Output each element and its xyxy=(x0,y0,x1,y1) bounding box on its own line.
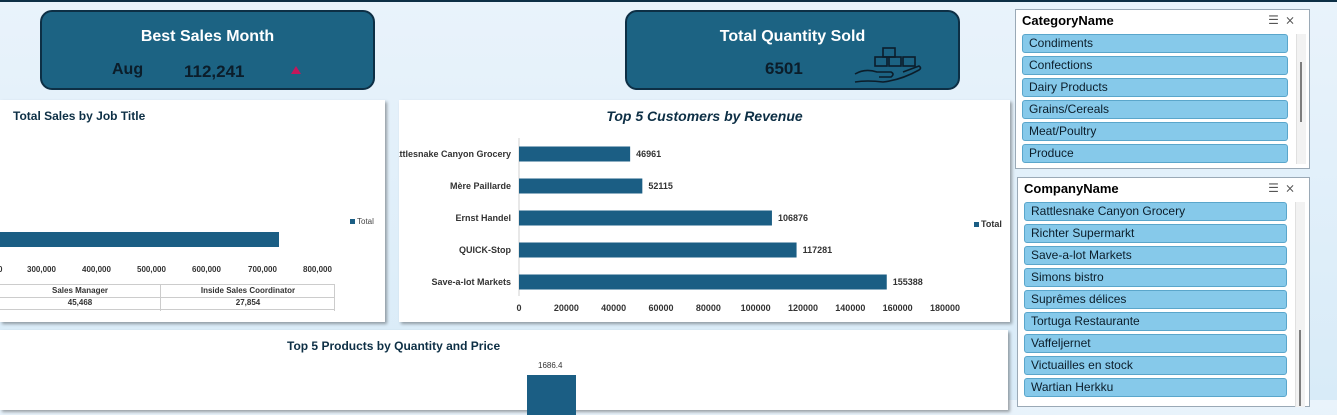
slicer-item[interactable]: Confections xyxy=(1022,56,1288,75)
kpi-month: Aug xyxy=(112,61,144,78)
legend-label: Total xyxy=(357,217,374,226)
slicer-item[interactable]: Victuailles en stock xyxy=(1024,356,1287,375)
kpi-value: 112,241 xyxy=(184,62,245,81)
kpi-value: 6501 xyxy=(765,59,803,78)
category-label: Save-a-lot Markets xyxy=(431,277,511,287)
tick-label: 100000 xyxy=(741,303,771,313)
legend: Total xyxy=(350,217,374,226)
data-label: 1686.4 xyxy=(538,361,563,370)
scrollbar-thumb[interactable] xyxy=(1299,330,1301,406)
slicer-item[interactable]: Richter Supermarkt xyxy=(1024,224,1287,243)
category-label: Mère Paillarde xyxy=(450,181,511,191)
slicer-item[interactable]: Produce xyxy=(1022,144,1288,163)
bar xyxy=(519,274,887,290)
data-table: Sales Manager Inside Sales Coordinator 4… xyxy=(0,284,335,311)
kpi-best-sales-month: Best Sales Month Aug 112,241 xyxy=(40,10,375,90)
bar xyxy=(519,210,772,226)
data-label: 52115 xyxy=(648,181,673,191)
table-cell: 45,468 xyxy=(67,298,93,307)
slicer-header-icons: ☰⨯ xyxy=(1268,181,1301,195)
bar xyxy=(519,178,643,194)
tick-label: 80000 xyxy=(696,303,721,313)
x-axis: 0 300,000 400,000 500,000 600,000 700,00… xyxy=(0,265,385,277)
scrollbar-thumb[interactable] xyxy=(1300,62,1302,122)
tick-label: 700,000 xyxy=(248,265,277,274)
legend-swatch xyxy=(350,219,355,224)
tick-label: 500,000 xyxy=(137,265,166,274)
tick-label: 0 xyxy=(0,265,3,274)
slicer-item[interactable]: Dairy Products xyxy=(1022,78,1288,97)
table-header: Inside Sales Coordinator xyxy=(200,286,296,295)
bar xyxy=(527,375,576,415)
clear-filter-icon[interactable]: ⨯ xyxy=(1285,13,1301,27)
tick-label: 20000 xyxy=(554,303,579,313)
slicer-header: CategoryName xyxy=(1022,13,1114,28)
customers-bar-chart: Rattlesnake Canyon Grocery 46961 Mère Pail… xyxy=(399,138,1002,313)
slicer-item[interactable]: Grains/Cereals xyxy=(1022,100,1288,119)
tick-label: 40000 xyxy=(601,303,626,313)
tick-label: 400,000 xyxy=(82,265,111,274)
category-label: QUICK-Stop xyxy=(459,245,511,255)
scrollbar[interactable] xyxy=(1295,202,1305,407)
company-slicer: CompanyName ☰⨯ Rattlesnake Canyon Grocer… xyxy=(1017,177,1310,407)
data-label: 106876 xyxy=(778,213,808,223)
tick-label: 800,000 xyxy=(303,265,332,274)
tick-label: 180000 xyxy=(930,303,960,313)
slicer-item[interactable]: Condiments xyxy=(1022,34,1288,53)
boxes-hand-icon xyxy=(854,47,922,83)
tick-label: 60000 xyxy=(648,303,673,313)
triangle-up-icon xyxy=(291,66,301,74)
bar xyxy=(519,242,797,258)
slicer-item[interactable]: Simons bistro xyxy=(1024,268,1287,287)
top-customers-chart-panel: Top 5 Customers by Revenue Rattlesnake C… xyxy=(399,100,1010,322)
kpi-total-quantity: Total Quantity Sold 6501 xyxy=(625,10,960,90)
top-products-chart-panel: Top 5 Products by Quantity and Price 168… xyxy=(0,330,1008,415)
slicer-header-icons: ☰⨯ xyxy=(1268,13,1301,27)
data-label: 117281 xyxy=(803,245,833,255)
job-title-chart-panel: Total Sales by Job Title Total 0 300,000… xyxy=(0,100,385,322)
slicer-header: CompanyName xyxy=(1024,181,1119,196)
table-row: 45,468 27,854 xyxy=(0,297,335,310)
scrollbar[interactable] xyxy=(1296,34,1306,164)
data-label: 155388 xyxy=(893,277,923,287)
slicer-item[interactable]: Vaffeljernet xyxy=(1024,334,1287,353)
clear-filter-icon[interactable]: ⨯ xyxy=(1285,181,1301,195)
legend-swatch xyxy=(974,222,979,227)
slicer-item[interactable]: Meat/Poultry xyxy=(1022,122,1288,141)
category-label: Rattlesnake Canyon Grocery xyxy=(399,149,511,159)
data-label: 46961 xyxy=(636,149,661,159)
chart-title: Top 5 Products by Quantity and Price xyxy=(287,339,501,353)
tick-label: 160000 xyxy=(883,303,913,313)
bar xyxy=(0,232,279,247)
tick-label: 120000 xyxy=(788,303,818,313)
top-border xyxy=(0,0,1337,2)
chart-title: Total Sales by Job Title xyxy=(13,109,146,123)
slicer-item[interactable]: Wartian Herkku xyxy=(1024,378,1287,397)
slicer-item[interactable]: Save-a-lot Markets xyxy=(1024,246,1287,265)
slicer-item[interactable]: Suprêmes délices xyxy=(1024,290,1287,309)
table-header: Sales Manager xyxy=(51,286,109,295)
tick-label: 0 xyxy=(516,303,521,313)
bar xyxy=(519,146,631,162)
tick-label: 300,000 xyxy=(27,265,56,274)
multi-select-icon[interactable]: ☰ xyxy=(1268,181,1285,195)
category-label: Ernst Handel xyxy=(455,213,511,223)
multi-select-icon[interactable]: ☰ xyxy=(1268,13,1285,27)
table-header-row: Sales Manager Inside Sales Coordinator xyxy=(0,284,335,311)
kpi-title: Best Sales Month xyxy=(140,28,275,45)
slicer-item[interactable]: Tortuga Restaurante xyxy=(1024,312,1287,331)
tick-label: 140000 xyxy=(835,303,865,313)
table-cell: 27,854 xyxy=(235,298,261,307)
slicer-item[interactable]: Rattlesnake Canyon Grocery xyxy=(1024,202,1287,221)
category-slicer: CategoryName ☰⨯ Condiments Confections D… xyxy=(1015,9,1310,169)
tick-label: 600,000 xyxy=(192,265,221,274)
legend-label: Total xyxy=(981,219,1002,229)
